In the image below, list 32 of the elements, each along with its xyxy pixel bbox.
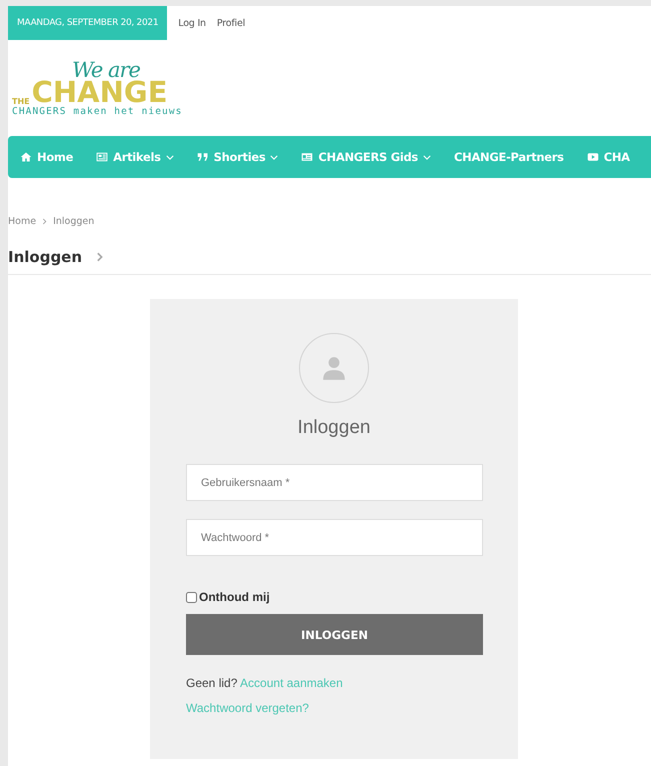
nav-item[interactable]: Home (20, 150, 74, 164)
date-label: MAANDAG, SEPTEMBER 20, 2021 (8, 6, 168, 40)
login-button[interactable]: INLOGGEN (186, 614, 483, 655)
video-icon (586, 151, 599, 163)
signup-text: Geen lid? Account aanmaken (186, 676, 343, 690)
home-icon (20, 151, 32, 163)
nav-item[interactable]: Shorties (196, 150, 278, 164)
top-link[interactable]: Profiel (216, 18, 246, 28)
password-field[interactable]: Wachtwoord * (186, 519, 483, 556)
page-title: Inloggen (8, 248, 82, 266)
nav-item[interactable]: Artikels (96, 150, 174, 164)
logo-text: THE (12, 97, 30, 106)
logo-tagline: CHANGERS maken het nieuws (12, 106, 184, 117)
breadcrumb-current: Inloggen (53, 216, 94, 226)
username-field[interactable]: Gebruikersnaam * (186, 464, 483, 501)
nav-item[interactable]: CHA (586, 150, 630, 164)
breadcrumb-link[interactable]: Home (8, 216, 36, 226)
id-card-icon (301, 151, 314, 163)
checkbox-label: Onthoud mij (199, 590, 270, 604)
top-link[interactable]: Log In (178, 18, 206, 28)
nav-item[interactable]: CHANGERS Gids (301, 150, 431, 164)
quote-icon (196, 151, 209, 163)
forgot-password-link[interactable]: Wachtwoord vergeten? (186, 701, 309, 715)
checkbox[interactable] (186, 592, 197, 602)
chevron-icon (96, 252, 104, 262)
newspaper-icon (96, 151, 108, 163)
nav-item[interactable]: CHANGE-Partners (454, 150, 564, 164)
chevron-icon (42, 218, 48, 224)
login-title: Inloggen (298, 417, 370, 439)
avatar-icon (299, 333, 369, 403)
signup-link[interactable]: Account aanmaken (240, 676, 343, 690)
logo[interactable]: We are THE CHANGE CHANGERS maken het nieuws (12, 58, 222, 122)
